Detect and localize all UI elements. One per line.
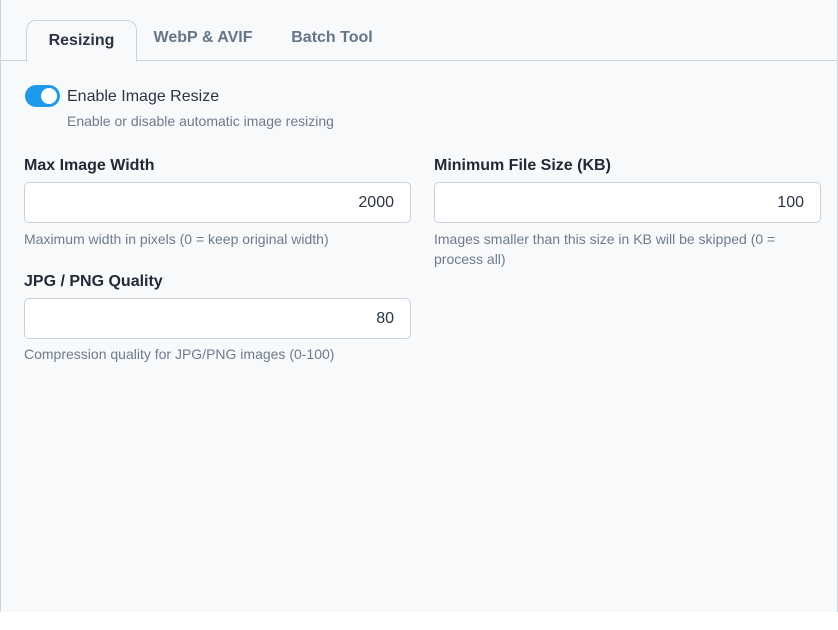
min-size-label: Minimum File Size (KB) (434, 157, 611, 174)
tab-bar: Resizing WebP & AVIF Batch Tool (1, 0, 838, 62)
min-size-help: Images smaller than this size in KB will… (434, 231, 776, 267)
tab-batch-tool[interactable]: Batch Tool (284, 18, 380, 58)
quality-input[interactable] (24, 298, 411, 339)
tab-resizing[interactable]: Resizing (26, 20, 137, 62)
settings-panel: Resizing WebP & AVIF Batch Tool Enable I… (0, 0, 838, 612)
max-width-label: Max Image Width (24, 157, 155, 174)
max-width-help: Maximum width in pixels (0 = keep origin… (24, 231, 329, 247)
min-size-input[interactable] (434, 182, 821, 223)
quality-label: JPG / PNG Quality (24, 273, 163, 290)
enable-resize-label: Enable Image Resize (67, 88, 220, 105)
toggle-knob (41, 88, 57, 104)
enable-resize-toggle[interactable] (25, 85, 60, 107)
quality-help: Compression quality for JPG/PNG images (… (24, 346, 335, 362)
max-width-input[interactable] (24, 182, 411, 223)
tab-webp-avif[interactable]: WebP & AVIF (144, 18, 262, 58)
enable-resize-description: Enable or disable automatic image resizi… (67, 113, 334, 129)
